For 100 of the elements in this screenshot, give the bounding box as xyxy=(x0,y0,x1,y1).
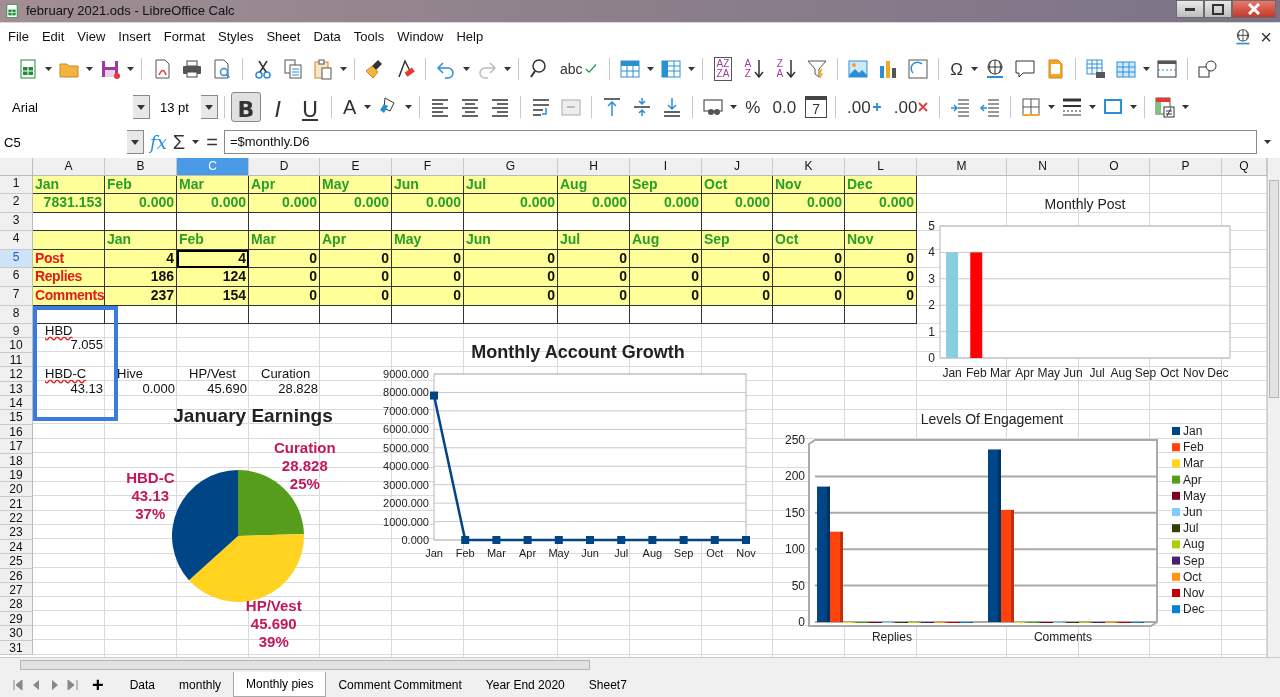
copy-icon[interactable] xyxy=(282,58,304,80)
row-header[interactable]: 28 xyxy=(0,597,33,612)
scrollbar-thumb[interactable] xyxy=(20,660,590,670)
sheet-cell[interactable]: 0 xyxy=(702,287,773,306)
add-sheet-button[interactable]: + xyxy=(92,674,104,695)
number-format-button[interactable]: 0.0 xyxy=(769,98,800,116)
sheet-cell[interactable]: 0 xyxy=(320,268,392,287)
row-header[interactable]: 15 xyxy=(0,410,33,425)
sheet-cell[interactable] xyxy=(464,306,558,324)
row-header[interactable]: 5 xyxy=(0,250,33,268)
dropdown-button[interactable] xyxy=(133,95,150,119)
sheet-cell[interactable] xyxy=(320,306,392,324)
italic-button[interactable]: I xyxy=(263,92,293,122)
sheet-cell[interactable]: 0 xyxy=(630,268,702,287)
menu-item[interactable]: Help xyxy=(456,26,484,47)
spellcheck-button[interactable]: abc xyxy=(557,62,601,76)
sheet-cell[interactable] xyxy=(702,306,773,324)
column-header[interactable]: H xyxy=(558,158,630,176)
sheet-cell[interactable]: 0 xyxy=(249,250,320,268)
minimize-button[interactable] xyxy=(1176,0,1204,18)
scissors-icon[interactable] xyxy=(252,58,274,80)
indent-icon[interactable] xyxy=(949,96,972,118)
sheet-cell[interactable] xyxy=(558,306,630,324)
sheet-cell[interactable]: 0 xyxy=(320,250,392,268)
row-header[interactable]: 1 xyxy=(0,176,33,194)
scrollbar-thumb[interactable] xyxy=(1269,180,1279,398)
row-header[interactable]: 23 xyxy=(0,525,33,540)
sheet-cell[interactable]: 0 xyxy=(392,268,464,287)
sheet-cell[interactable]: 0 xyxy=(558,287,630,306)
column-header[interactable]: N xyxy=(1007,158,1079,176)
sheet-cell[interactable]: 45.690 xyxy=(177,381,249,396)
sheet-cell[interactable]: Post xyxy=(33,250,105,268)
menu-item[interactable]: Sheet xyxy=(266,26,301,47)
menu-item[interactable]: Tools xyxy=(353,26,385,47)
sheet-cell[interactable]: HP/Vest xyxy=(177,367,249,382)
sheet-cell[interactable]: 0 xyxy=(702,250,773,268)
function-wizard-button[interactable]: fx xyxy=(150,128,167,156)
sheet-cell[interactable]: 186 xyxy=(105,268,177,287)
document-magnifier-icon[interactable] xyxy=(211,58,233,80)
row-header[interactable]: 10 xyxy=(0,338,33,353)
scrollbar[interactable] xyxy=(0,657,1280,672)
column-header[interactable]: I xyxy=(630,158,702,176)
filter-icon[interactable] xyxy=(806,58,829,80)
menu-item[interactable]: Edit xyxy=(41,26,65,47)
sheet-cell[interactable]: 43.13 xyxy=(33,381,105,396)
row-header[interactable]: 7 xyxy=(0,287,33,306)
sheet-cell[interactable]: 0 xyxy=(845,250,917,268)
sheet-cell[interactable]: 237 xyxy=(105,287,177,306)
add-decimal-button[interactable]: .00 xyxy=(844,98,885,116)
menu-item[interactable]: Data xyxy=(313,26,341,47)
speech-bubble-icon[interactable] xyxy=(1014,58,1037,80)
menu-item[interactable]: Styles xyxy=(218,26,254,47)
merge-cells-icon[interactable] xyxy=(560,96,583,118)
sheet-cell[interactable]: 0 xyxy=(392,250,464,268)
triangle-right-icon[interactable] xyxy=(66,677,78,692)
sheet-cell[interactable]: 7.055 xyxy=(33,338,105,353)
row-header[interactable]: 12 xyxy=(0,367,33,382)
sheet-cell[interactable]: 0 xyxy=(845,287,917,306)
sheet-cell[interactable]: 0 xyxy=(464,250,558,268)
sheet-cell[interactable] xyxy=(105,306,177,324)
name-box[interactable]: C5 xyxy=(4,130,127,154)
menu-item[interactable]: File xyxy=(8,26,29,47)
maximize-button[interactable] xyxy=(1204,0,1232,18)
sheet-cell[interactable]: HBD-C xyxy=(33,367,105,382)
globe-icon[interactable] xyxy=(1234,27,1253,46)
sheet-cell[interactable]: 0 xyxy=(249,287,320,306)
dropdown-button[interactable] xyxy=(127,130,144,154)
percent-button[interactable]: % xyxy=(742,98,764,116)
font-name-field[interactable]: Arial xyxy=(12,95,133,119)
column-header[interactable]: M xyxy=(917,158,1007,176)
sheet-cell[interactable] xyxy=(249,306,320,324)
delete-decimal-button[interactable]: .00 xyxy=(890,98,932,116)
table-printer-icon[interactable] xyxy=(1085,58,1108,80)
sheet-cell[interactable]: 0 xyxy=(464,268,558,287)
sheet-cell[interactable] xyxy=(177,306,249,324)
menu-item[interactable]: Format xyxy=(163,26,205,47)
font-color-button[interactable]: A xyxy=(340,97,360,117)
split-window-icon[interactable] xyxy=(1156,58,1179,80)
sheet-cell[interactable]: 0 xyxy=(558,268,630,287)
conditional-format-icon[interactable] xyxy=(1154,96,1177,118)
sheet-cell[interactable] xyxy=(773,306,845,324)
column-header[interactable]: A xyxy=(33,158,105,176)
triangle-left-icon[interactable] xyxy=(12,677,24,692)
sheet-cell[interactable]: 0.000 xyxy=(105,381,177,396)
sheet-cell[interactable]: Comments xyxy=(33,287,105,306)
sheet-cell[interactable]: HBD xyxy=(33,324,105,339)
line-style-icon[interactable] xyxy=(1061,96,1084,118)
row-header[interactable]: 9 xyxy=(0,324,33,339)
row-header[interactable]: 25 xyxy=(0,554,33,569)
sheet-cell[interactable]: 28.828 xyxy=(249,381,320,396)
row-header[interactable]: 8 xyxy=(0,306,33,324)
scrollbar[interactable] xyxy=(1267,158,1280,657)
row-header[interactable]: 3 xyxy=(0,213,33,231)
row-header[interactable]: 20 xyxy=(0,482,33,497)
money-icon[interactable] xyxy=(702,96,725,118)
sheet-cell[interactable]: 0 xyxy=(558,250,630,268)
sheet-cell[interactable]: 4 xyxy=(177,250,249,268)
sheet-cell[interactable]: 124 xyxy=(177,268,249,287)
column-header[interactable]: Q xyxy=(1222,158,1267,176)
sheet-cell[interactable]: 154 xyxy=(177,287,249,306)
